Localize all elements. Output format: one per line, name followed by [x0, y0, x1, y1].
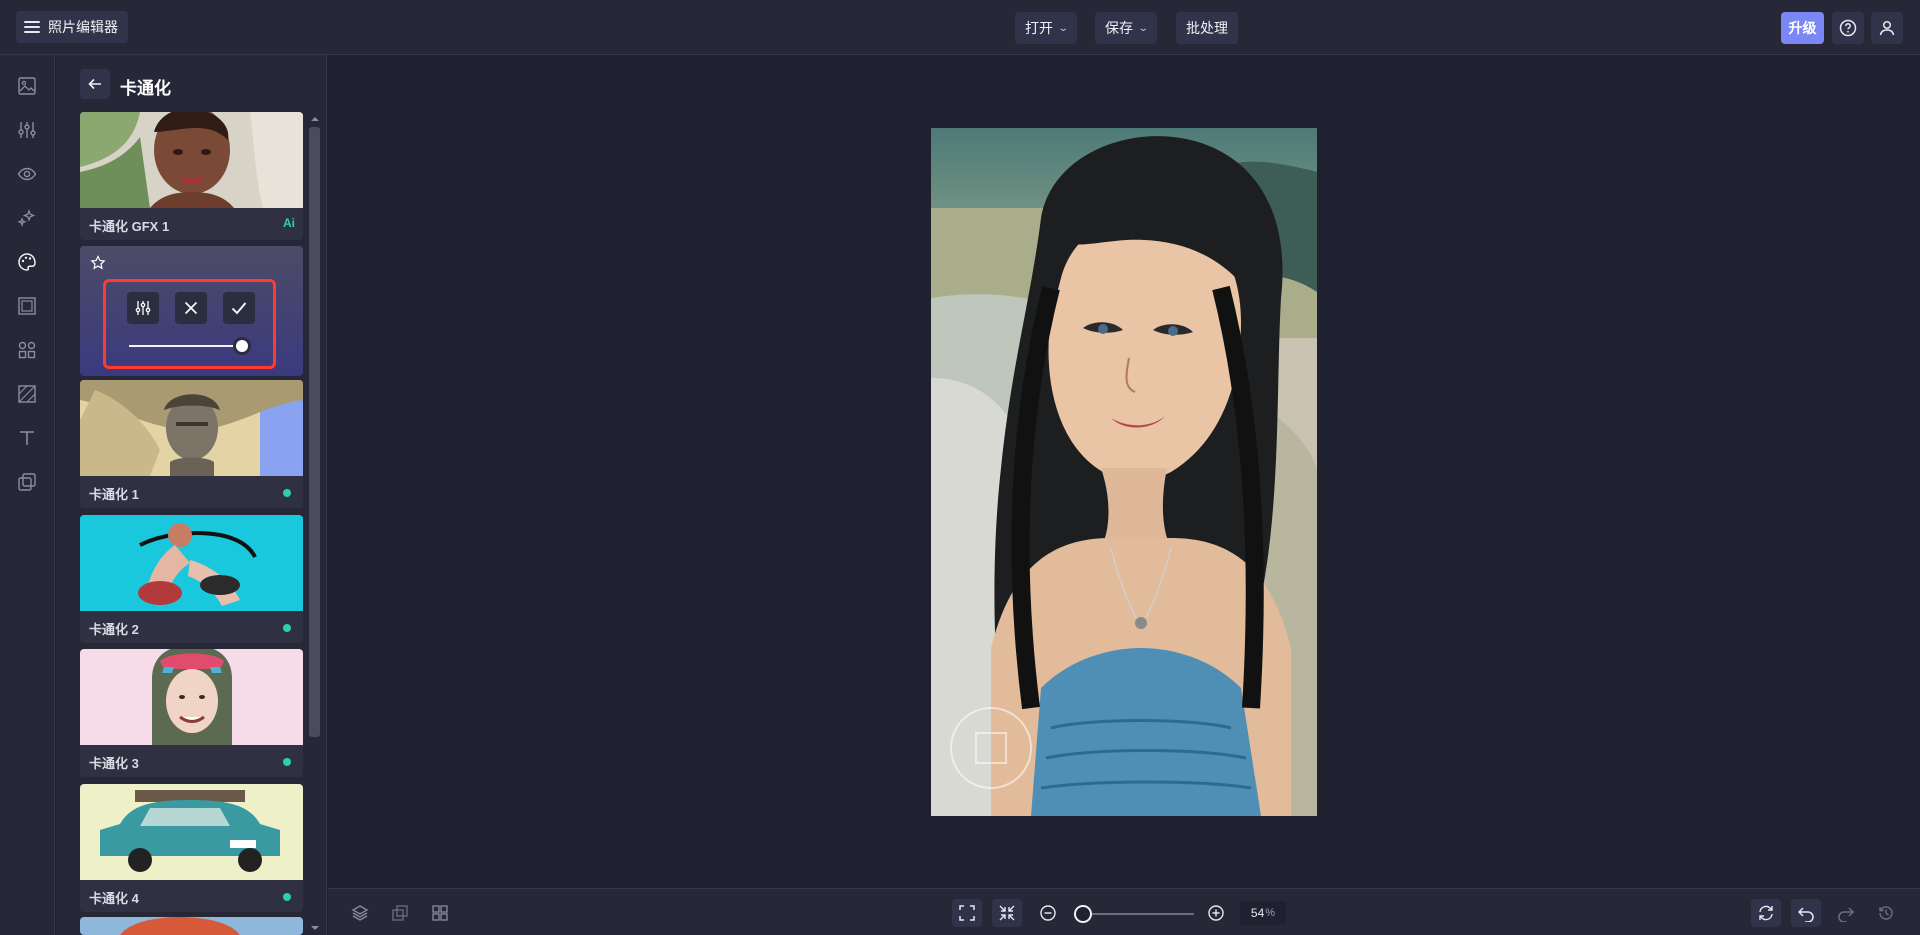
effect-card-gfx1[interactable]: 卡通化 GFX 1 Ai	[80, 112, 303, 240]
overlay-icon[interactable]	[16, 471, 38, 493]
scroll-down-icon[interactable]	[311, 926, 319, 930]
scroll-up-icon[interactable]	[311, 117, 319, 121]
edited-photo[interactable]	[931, 128, 1317, 816]
history-button[interactable]	[1871, 899, 1901, 927]
reset-button[interactable]	[1751, 899, 1781, 927]
text-icon[interactable]	[16, 427, 38, 449]
bottom-bar: 54%	[328, 888, 1920, 935]
shapes-icon[interactable]	[16, 339, 38, 361]
redo-icon	[1838, 907, 1855, 922]
zoom-value: 54	[1250, 906, 1265, 920]
status-dot	[283, 489, 291, 497]
zoom-out-icon	[1040, 905, 1056, 921]
status-dot	[283, 893, 291, 901]
chevron-down-icon: ⌄	[1137, 22, 1149, 34]
eye-icon[interactable]	[16, 163, 38, 185]
effect-controls-highlight	[103, 279, 276, 369]
sparkle-icon[interactable]	[16, 207, 38, 229]
effect-card-1[interactable]: 卡通化 1	[80, 380, 303, 508]
active-effect-card	[80, 246, 303, 376]
effect-label: 卡通化 3	[89, 756, 139, 771]
intensity-slider-handle[interactable]	[233, 337, 251, 355]
effect-label: 卡通化 4	[89, 891, 139, 906]
palette-icon[interactable]	[16, 251, 38, 273]
actual-size-button[interactable]	[992, 899, 1022, 927]
close-icon	[184, 301, 198, 315]
frame-icon[interactable]	[16, 295, 38, 317]
zoom-in-button[interactable]	[1201, 899, 1231, 927]
compare-icon	[392, 905, 408, 921]
account-button[interactable]	[1871, 12, 1903, 44]
app-menu-button[interactable]: 照片编辑器	[16, 11, 128, 43]
open-menu-button[interactable]: 打开 ⌄	[1015, 12, 1078, 44]
app-title: 照片编辑器	[48, 19, 118, 35]
open-label: 打开	[1025, 20, 1053, 36]
ai-badge: Ai	[283, 216, 295, 230]
compare-button[interactable]	[385, 899, 415, 927]
effect-label: 卡通化 2	[89, 622, 139, 637]
intensity-slider-track[interactable]	[129, 345, 239, 347]
undo-button[interactable]	[1791, 899, 1821, 927]
help-button[interactable]	[1832, 12, 1864, 44]
sliders-icon	[135, 301, 151, 315]
effect-card-3[interactable]: 卡通化 3	[80, 649, 303, 777]
layers-icon	[351, 905, 369, 921]
texture-icon[interactable]	[16, 383, 38, 405]
zoom-slider-track[interactable]	[1074, 913, 1194, 915]
cartoon-portrait-image	[931, 128, 1317, 816]
effect-card-2[interactable]: 卡通化 2	[80, 515, 303, 643]
save-menu-button[interactable]: 保存 ⌄	[1095, 12, 1158, 44]
help-icon	[1839, 19, 1857, 37]
apply-effect-button[interactable]	[223, 292, 255, 324]
upgrade-button[interactable]: 升级	[1781, 12, 1824, 44]
zoom-unit: %	[1265, 907, 1276, 919]
panel-title: 卡通化	[120, 79, 171, 98]
chevron-down-icon: ⌄	[1057, 22, 1069, 34]
expand-icon	[959, 905, 975, 921]
back-button[interactable]	[80, 69, 110, 99]
adjust-icon[interactable]	[16, 119, 38, 141]
zoom-out-button[interactable]	[1033, 899, 1063, 927]
zoom-slider-handle[interactable]	[1074, 905, 1092, 923]
panel-scrollbar[interactable]	[309, 127, 320, 737]
save-label: 保存	[1105, 20, 1133, 36]
top-bar: 照片编辑器 打开 ⌄ 保存 ⌄ 批处理 升级	[0, 0, 1920, 55]
image-icon[interactable]	[16, 75, 38, 97]
status-dot	[283, 758, 291, 766]
history-icon	[1879, 906, 1893, 920]
fit-screen-button[interactable]	[952, 899, 982, 927]
grid-icon	[432, 905, 448, 921]
status-dot	[283, 624, 291, 632]
undo-icon	[1797, 907, 1814, 922]
cancel-effect-button[interactable]	[175, 292, 207, 324]
arrow-left-icon	[88, 78, 101, 90]
batch-button[interactable]: 批处理	[1176, 12, 1238, 44]
effect-label: 卡通化 GFX 1	[89, 219, 170, 234]
redo-button[interactable]	[1831, 899, 1861, 927]
zoom-in-icon	[1208, 905, 1224, 921]
effect-card-5[interactable]	[80, 917, 303, 935]
star-icon[interactable]	[90, 255, 106, 271]
shrink-icon	[999, 905, 1015, 921]
batch-label: 批处理	[1186, 20, 1228, 36]
effect-thumbnail	[80, 380, 303, 476]
effects-panel: 卡通化 卡通化 GFX 1 Ai 卡通化 1 卡通化 2 卡通化 3 卡通化 4	[56, 55, 327, 935]
user-icon	[1879, 20, 1895, 36]
effect-thumbnail	[80, 784, 303, 880]
effect-thumbnail	[80, 917, 303, 935]
grid-button[interactable]	[425, 899, 455, 927]
effect-thumbnail	[80, 649, 303, 745]
layers-button[interactable]	[345, 899, 375, 927]
refresh-icon	[1759, 905, 1773, 921]
check-icon	[231, 302, 247, 315]
effect-thumbnail	[80, 515, 303, 611]
effect-thumbnail	[80, 112, 303, 208]
effect-label: 卡通化 1	[89, 487, 139, 502]
effect-card-4[interactable]: 卡通化 4	[80, 784, 303, 912]
zoom-level-field[interactable]: 54%	[1240, 901, 1286, 925]
hamburger-icon	[24, 21, 40, 33]
effect-settings-button[interactable]	[127, 292, 159, 324]
tool-rail	[0, 55, 55, 935]
